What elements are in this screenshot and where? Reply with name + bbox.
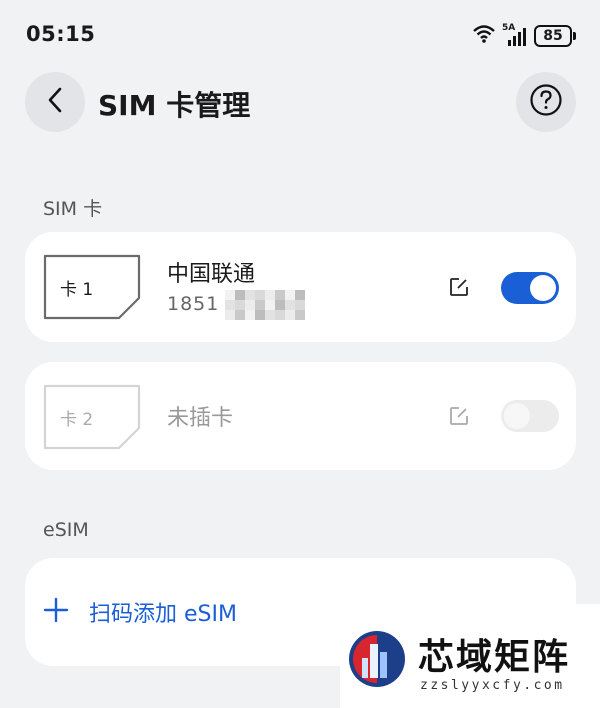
wifi-icon	[472, 24, 496, 48]
status-bar: 05:15 5A 85	[0, 0, 600, 70]
watermark: 芯域矩阵 zzslyyxcfy.com	[340, 604, 600, 708]
sim1-toggle[interactable]	[501, 272, 559, 304]
header: SIM 卡管理	[0, 70, 600, 136]
status-icons: 5A 85	[472, 23, 576, 48]
sim-slot-label: 卡 2	[60, 409, 94, 430]
watermark-url: zzslyyxcfy.com	[420, 678, 565, 693]
sim2-toggle	[501, 400, 559, 432]
help-icon	[529, 83, 563, 121]
phone-number: 1851	[167, 293, 220, 315]
esim-section-label: eSIM	[43, 519, 89, 541]
page-title: SIM 卡管理	[98, 89, 251, 122]
redacted-number	[225, 290, 305, 320]
battery-icon: 85	[534, 25, 576, 47]
sim-section-label: SIM 卡	[43, 198, 103, 220]
plus-icon	[43, 596, 69, 628]
logo-icon	[348, 630, 406, 692]
sim-card-1[interactable]: 卡 1 中国联通 1851	[25, 232, 576, 342]
carrier-name: 未插卡	[167, 406, 234, 431]
back-button[interactable]	[25, 72, 85, 132]
edit-icon[interactable]	[449, 277, 469, 297]
carrier-name: 中国联通	[167, 262, 256, 287]
battery-level: 85	[534, 25, 572, 47]
help-button[interactable]	[516, 72, 576, 132]
watermark-title: 芯域矩阵	[418, 637, 571, 678]
sim-card-2[interactable]: 卡 2 未插卡	[25, 362, 576, 470]
chevron-left-icon	[45, 86, 65, 118]
sim-chip-icon: 卡 1	[43, 254, 141, 320]
cellular-signal-icon: 5A	[502, 23, 528, 47]
add-esim-button[interactable]: 扫码添加 eSIM	[43, 596, 237, 628]
status-time: 05:15	[26, 22, 96, 46]
add-esim-label: 扫码添加 eSIM	[89, 602, 237, 627]
sim-slot-label: 卡 1	[60, 279, 94, 300]
sim-chip-icon: 卡 2	[43, 384, 141, 450]
edit-icon	[449, 406, 469, 426]
